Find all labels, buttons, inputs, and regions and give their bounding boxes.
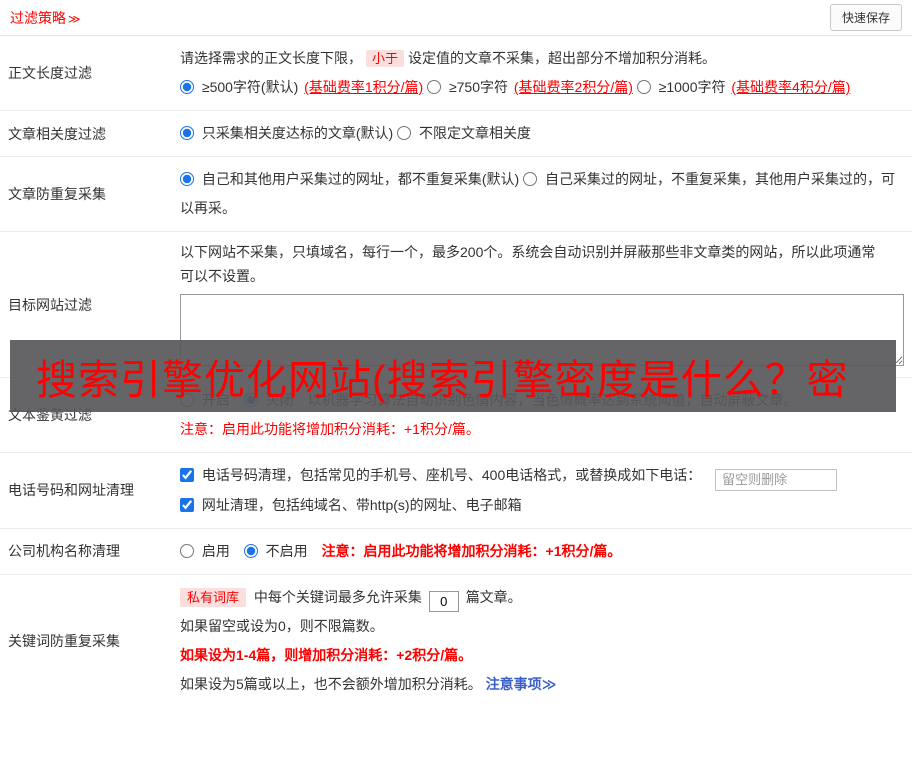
radio-relevance-any[interactable] bbox=[397, 126, 411, 140]
keyword-dedup-content: 私有词库 中每个关键词最多允许采集 篇文章。 如果留空或设为0，则不限篇数。 如… bbox=[180, 575, 912, 707]
option-company-off[interactable]: 不启用 bbox=[244, 543, 312, 559]
radio-dedup-self-only[interactable] bbox=[523, 172, 537, 186]
radio-company-off[interactable] bbox=[244, 544, 258, 558]
option-label: 电话号码清理，包括常见的手机号、座机号、400电话格式，或替换成如下电话： bbox=[202, 467, 701, 483]
row-body-length-filter: 正文长度过滤 请选择需求的正文长度下限，小于设定值的文章不采集，超出部分不增加积… bbox=[0, 36, 912, 111]
row-label-dedup: 文章防重复采集 bbox=[0, 157, 180, 231]
row-label-body-length: 正文长度过滤 bbox=[0, 36, 180, 110]
option-url-clean[interactable]: 网址清理，包括纯域名、带http(s)的网址、电子邮箱 bbox=[180, 497, 522, 513]
keyword-line2: 如果留空或设为0，则不限篇数。 bbox=[180, 612, 904, 641]
option-label: 自己和其他用户采集过的网址，都不重复采集(默认) bbox=[202, 171, 519, 187]
option-label: ≥1000字符 bbox=[659, 79, 726, 95]
row-label-relevance: 文章相关度过滤 bbox=[0, 111, 180, 156]
row-company-clean: 公司机构名称清理 启用 不启用 注意：启用此功能将增加积分消耗：+1积分/篇。 bbox=[0, 529, 912, 575]
watermark-text: 搜索引擎优化网站(搜索引擎密度是什么？密 bbox=[36, 346, 849, 406]
option-relevance-strict[interactable]: 只采集相关度达标的文章(默认) bbox=[180, 125, 397, 141]
fee-note-3: (基础费率4积分/篇) bbox=[731, 79, 850, 95]
option-relevance-any[interactable]: 不限定文章相关度 bbox=[397, 125, 531, 141]
keyword-line1-text: 中每个关键词最多允许采集 bbox=[254, 589, 422, 605]
intro-text-before: 请选择需求的正文长度下限， bbox=[180, 50, 362, 66]
option-company-on[interactable]: 启用 bbox=[180, 543, 234, 559]
radio-length-1000[interactable] bbox=[637, 80, 651, 94]
row-label-phone-url: 电话号码和网址清理 bbox=[0, 453, 180, 528]
option-length-750[interactable]: ≥750字符 (基础费率2积分/篇) bbox=[427, 79, 637, 95]
option-dedup-all-users[interactable]: 自己和其他用户采集过的网址，都不重复采集(默认) bbox=[180, 171, 523, 187]
page-title-wrap: 过滤策略≫ bbox=[10, 8, 81, 28]
radio-dedup-all-users[interactable] bbox=[180, 172, 194, 186]
filter-strategy-page: 过滤策略≫ 快速保存 正文长度过滤 请选择需求的正文长度下限，小于设定值的文章不… bbox=[0, 0, 912, 707]
quick-save-button[interactable]: 快速保存 bbox=[830, 4, 902, 31]
option-length-1000[interactable]: ≥1000字符 (基础费率4积分/篇) bbox=[637, 79, 851, 95]
porn-filter-note: 注意：启用此功能将增加积分消耗：+1积分/篇。 bbox=[180, 415, 904, 444]
page-header: 过滤策略≫ 快速保存 bbox=[0, 0, 912, 36]
notice-link[interactable]: 注意事项≫ bbox=[486, 676, 557, 692]
option-label: 只采集相关度达标的文章(默认) bbox=[202, 125, 393, 141]
phone-url-content: 电话号码清理，包括常见的手机号、座机号、400电话格式，或替换成如下电话： 网址… bbox=[180, 453, 912, 528]
watermark-overlay: 搜索引擎优化网站(搜索引擎密度是什么？密 bbox=[10, 340, 896, 412]
company-clean-note: 注意：启用此功能将增加积分消耗：+1积分/篇。 bbox=[322, 543, 622, 559]
keyword-line4: 如果设为5篇或以上，也不会额外增加积分消耗。 bbox=[180, 676, 482, 692]
keyword-line3: 如果设为1-4篇，则增加积分消耗：+2积分/篇。 bbox=[180, 641, 904, 670]
row-relevance-filter: 文章相关度过滤 只采集相关度达标的文章(默认) 不限定文章相关度 bbox=[0, 111, 912, 157]
checkbox-phone-clean[interactable] bbox=[180, 468, 194, 482]
double-chevron-icon: ≫ bbox=[542, 676, 557, 692]
option-phone-clean[interactable]: 电话号码清理，包括常见的手机号、座机号、400电话格式，或替换成如下电话： bbox=[180, 467, 705, 483]
row-label-company-clean: 公司机构名称清理 bbox=[0, 529, 180, 574]
radio-length-750[interactable] bbox=[427, 80, 441, 94]
dedup-content: 自己和其他用户采集过的网址，都不重复采集(默认) 自己采集过的网址，不重复采集，… bbox=[180, 157, 912, 231]
fee-note-1: (基础费率1积分/篇) bbox=[304, 79, 423, 95]
row-dedup-collect: 文章防重复采集 自己和其他用户采集过的网址，都不重复采集(默认) 自己采集过的网… bbox=[0, 157, 912, 232]
row-keyword-dedup: 关键词防重复采集 私有词库 中每个关键词最多允许采集 篇文章。 如果留空或设为0… bbox=[0, 575, 912, 707]
intro-text-after: 设定值的文章不采集，超出部分不增加积分消耗。 bbox=[408, 50, 716, 66]
radio-length-500[interactable] bbox=[180, 80, 194, 94]
option-label: 不启用 bbox=[266, 543, 308, 559]
company-clean-content: 启用 不启用 注意：启用此功能将增加积分消耗：+1积分/篇。 bbox=[180, 529, 912, 574]
body-length-content: 请选择需求的正文长度下限，小于设定值的文章不采集，超出部分不增加积分消耗。 ≥5… bbox=[180, 36, 912, 110]
option-label: 不限定文章相关度 bbox=[419, 125, 531, 141]
option-label: ≥500字符(默认) bbox=[202, 79, 298, 95]
radio-relevance-strict[interactable] bbox=[180, 126, 194, 140]
option-length-500[interactable]: ≥500字符(默认) (基础费率1积分/篇) bbox=[180, 79, 427, 95]
checkbox-url-clean[interactable] bbox=[180, 498, 194, 512]
fee-note-2: (基础费率2积分/篇) bbox=[514, 79, 633, 95]
row-phone-url-clean: 电话号码和网址清理 电话号码清理，包括常见的手机号、座机号、400电话格式，或替… bbox=[0, 453, 912, 529]
relevance-content: 只采集相关度达标的文章(默认) 不限定文章相关度 bbox=[180, 111, 912, 156]
row-label-keyword-dedup: 关键词防重复采集 bbox=[0, 575, 180, 707]
option-label: 启用 bbox=[202, 543, 230, 559]
radio-company-on[interactable] bbox=[180, 544, 194, 558]
target-site-intro: 以下网站不采集，只填域名，每行一个，最多200个。系统会自动识别并屏蔽那些非文章… bbox=[180, 240, 880, 288]
notice-link-label: 注意事项 bbox=[486, 676, 542, 692]
private-lexicon-badge: 私有词库 bbox=[180, 588, 246, 607]
keyword-line1-end: 篇文章。 bbox=[466, 589, 522, 605]
less-than-tag: 小于 bbox=[366, 50, 404, 67]
max-articles-input[interactable] bbox=[429, 591, 459, 612]
page-title[interactable]: 过滤策略 bbox=[10, 10, 66, 26]
replacement-phone-input[interactable] bbox=[715, 469, 837, 491]
option-label: ≥750字符 bbox=[449, 79, 508, 95]
option-label: 网址清理，包括纯域名、带http(s)的网址、电子邮箱 bbox=[202, 497, 522, 513]
body-length-intro: 请选择需求的正文长度下限，小于设定值的文章不采集，超出部分不增加积分消耗。 bbox=[180, 44, 904, 73]
double-chevron-icon[interactable]: ≫ bbox=[68, 12, 81, 26]
